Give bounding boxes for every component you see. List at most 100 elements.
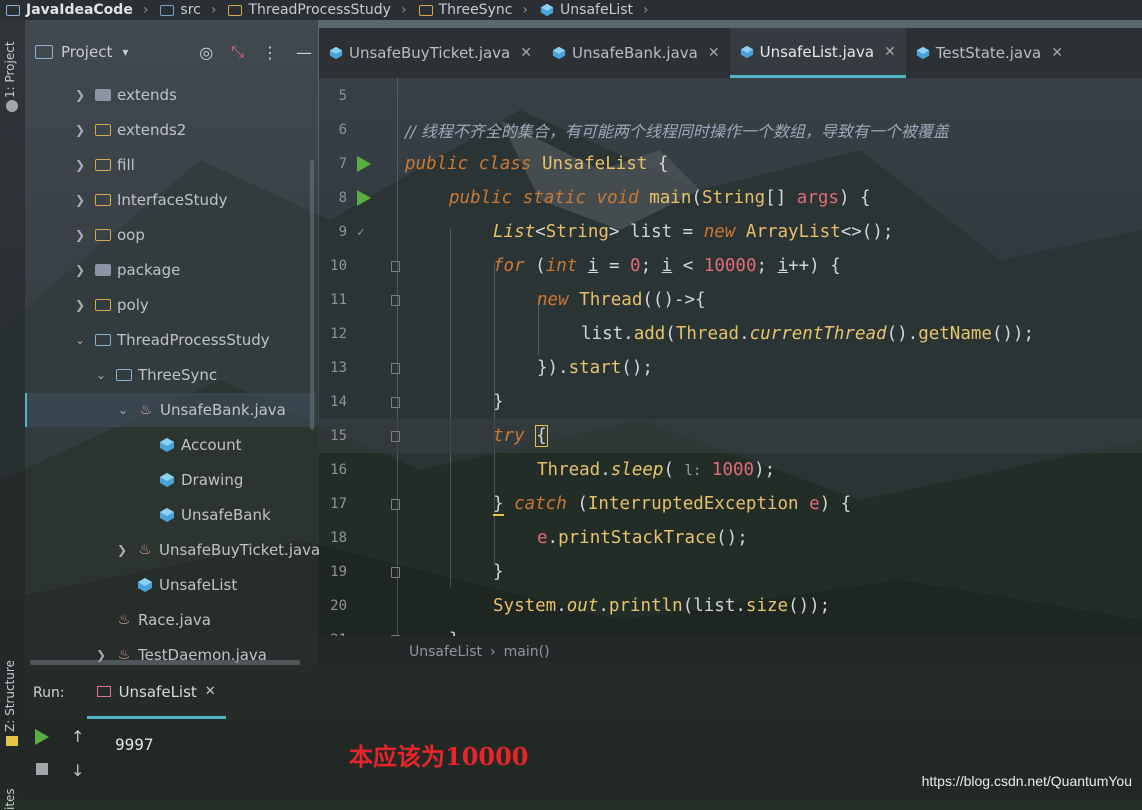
chevron-down-icon[interactable]: ⌄ (94, 368, 108, 382)
scroll-up-icon[interactable]: ↑ (71, 727, 84, 746)
chevron-right-icon[interactable]: ❯ (73, 158, 87, 172)
tab-unsafelist[interactable]: UnsafeList.java ✕ (729, 28, 906, 78)
code-line: 11 new Thread(()->{ (330, 290, 706, 310)
chevron-right-icon[interactable]: ❯ (115, 543, 129, 557)
more-options-icon[interactable]: ⋮ (262, 43, 278, 62)
fold-icon[interactable] (391, 294, 400, 306)
class-icon (552, 46, 566, 60)
locate-target-icon[interactable]: ◎ (199, 43, 213, 62)
close-icon[interactable]: ✕ (884, 44, 896, 60)
fold-icon[interactable] (391, 396, 400, 408)
tree-item-poly[interactable]: ❯ poly (73, 288, 149, 322)
java-file-icon: ♨ (117, 612, 131, 628)
navigation-breadcrumb: JavaIdeaCode › src › ThreadProcessStudy … (0, 0, 1142, 20)
class-icon (160, 438, 174, 452)
folder-icon (95, 264, 111, 276)
tree-item-race-java[interactable]: ♨ Race.java (116, 603, 211, 637)
chevron-right-icon[interactable]: ❯ (73, 193, 87, 207)
tree-item-unsafebuyticket-java[interactable]: ❯ ♨ UnsafeBuyTicket.java (115, 533, 320, 567)
scroll-down-icon[interactable]: ↓ (71, 761, 84, 780)
code-line: 16 Thread.sleep( l: 1000); (330, 460, 776, 480)
editor-breadcrumb-method[interactable]: main() (504, 644, 550, 660)
editor-breadcrumb: UnsafeList › main() (319, 637, 1142, 667)
package-folder-icon (95, 334, 111, 346)
chevron-down-icon[interactable]: ⌄ (73, 333, 87, 347)
chevron-right-icon[interactable]: ❯ (73, 263, 87, 277)
chevron-right-icon[interactable]: ❯ (73, 228, 87, 242)
code-line: 14 } (330, 392, 504, 412)
chevron-down-icon[interactable]: ⌄ (116, 403, 130, 417)
favorites-tool-button[interactable]: ites (3, 788, 17, 810)
tree-item-unsafelist[interactable]: UnsafeList (137, 568, 237, 602)
breadcrumb-class[interactable]: UnsafeList (534, 2, 637, 18)
package-folder-icon (95, 229, 111, 241)
tree-item-account[interactable]: Account (159, 428, 242, 462)
chevron-right-icon[interactable]: ❯ (73, 123, 87, 137)
tree-item-drawing[interactable]: Drawing (159, 463, 243, 497)
fold-icon[interactable] (391, 566, 400, 578)
tree-item-unsafebank[interactable]: UnsafeBank (159, 498, 271, 532)
hide-panel-icon[interactable]: — (296, 43, 312, 62)
stop-icon[interactable] (36, 763, 48, 775)
editor-breadcrumb-class[interactable]: UnsafeList (409, 644, 482, 660)
package-folder-icon (116, 369, 132, 381)
tree-item-oop[interactable]: ❯ oop (73, 218, 145, 252)
tree-item-unsafebank-java[interactable]: ⌄ ♨ UnsafeBank.java (25, 393, 316, 427)
project-vertical-scrollbar[interactable] (310, 160, 314, 430)
class-icon (740, 45, 753, 58)
tree-item-threadprocessstudy[interactable]: ⌄ ThreadProcessStudy (73, 323, 270, 357)
run-tab-unsafelist[interactable]: UnsafeList ✕ (86, 667, 226, 719)
fold-icon[interactable] (391, 634, 400, 636)
project-tool-button[interactable]: 1: Project (3, 41, 17, 98)
project-folder-icon (6, 4, 20, 16)
source-folder-icon (160, 4, 175, 16)
console-output: 9997 (115, 735, 154, 754)
code-line: 9 ✓ List<String> list = new ArrayList<>(… (338, 222, 894, 242)
folder-icon (418, 4, 433, 16)
run-gutter-icon[interactable] (357, 190, 371, 206)
tab-unsafebuyticket[interactable]: UnsafeBuyTicket.java ✕ (319, 28, 542, 78)
parameter-hint: l: (684, 463, 702, 479)
chevron-down-icon[interactable]: ▾ (122, 45, 128, 59)
breadcrumb-src[interactable]: src (154, 2, 204, 18)
close-icon[interactable]: ✕ (708, 45, 720, 61)
run-gutter-icon[interactable] (357, 156, 371, 172)
tree-item-interfacestudy[interactable]: ❯ InterfaceStudy (73, 183, 228, 217)
fold-icon[interactable] (391, 362, 400, 374)
class-icon (160, 508, 174, 522)
chevron-right-icon: › (643, 2, 649, 18)
chevron-right-icon[interactable]: ❯ (73, 298, 87, 312)
class-icon (540, 3, 554, 17)
fold-icon[interactable] (391, 260, 400, 272)
project-horizontal-scrollbar[interactable] (30, 660, 300, 665)
tree-item-package[interactable]: ❯ package (73, 253, 180, 287)
project-view-icon (35, 45, 53, 59)
close-icon[interactable]: ✕ (1051, 45, 1063, 61)
tree-item-fill[interactable]: ❯ fill (73, 148, 135, 182)
project-view-title[interactable]: Project (61, 43, 112, 61)
tab-unsafebank[interactable]: UnsafeBank.java ✕ (542, 28, 730, 78)
close-icon[interactable]: ✕ (520, 45, 532, 61)
close-icon[interactable]: ✕ (205, 684, 216, 699)
chevron-right-icon[interactable]: ❯ (73, 88, 87, 102)
fold-icon[interactable] (391, 498, 400, 510)
structure-tool-icon (6, 736, 18, 746)
code-editor[interactable]: 5 6 // 线程不齐全的集合，有可能两个线程同时操作一个数组，导致有一个被覆盖… (319, 78, 1142, 636)
breadcrumb-package[interactable]: ThreadProcessStudy (222, 2, 394, 18)
code-line: 13 }).start(); (330, 358, 653, 378)
project-panel: Project ▾ ◎ ⤡ ⋮ — ❯ extends ❯ extends2 ❯… (25, 20, 320, 667)
code-line: 5 (338, 88, 347, 104)
fold-icon[interactable] (391, 430, 400, 442)
package-folder-icon (95, 194, 111, 206)
chevron-right-icon: › (490, 644, 496, 660)
tab-teststate[interactable]: TestState.java ✕ (906, 28, 1073, 78)
left-tool-strip: 1: Project Z: Structure ites (0, 20, 25, 810)
tree-item-threesync[interactable]: ⌄ ThreeSync (94, 358, 217, 392)
structure-tool-button[interactable]: Z: Structure (3, 660, 17, 732)
tree-item-extends[interactable]: ❯ extends (73, 78, 177, 112)
breadcrumb-project[interactable]: JavaIdeaCode (0, 2, 137, 18)
tree-item-extends2[interactable]: ❯ extends2 (73, 113, 186, 147)
breadcrumb-subpackage[interactable]: ThreeSync (413, 2, 517, 18)
rerun-icon[interactable] (35, 729, 49, 745)
collapse-all-icon[interactable]: ⤡ (231, 42, 244, 62)
